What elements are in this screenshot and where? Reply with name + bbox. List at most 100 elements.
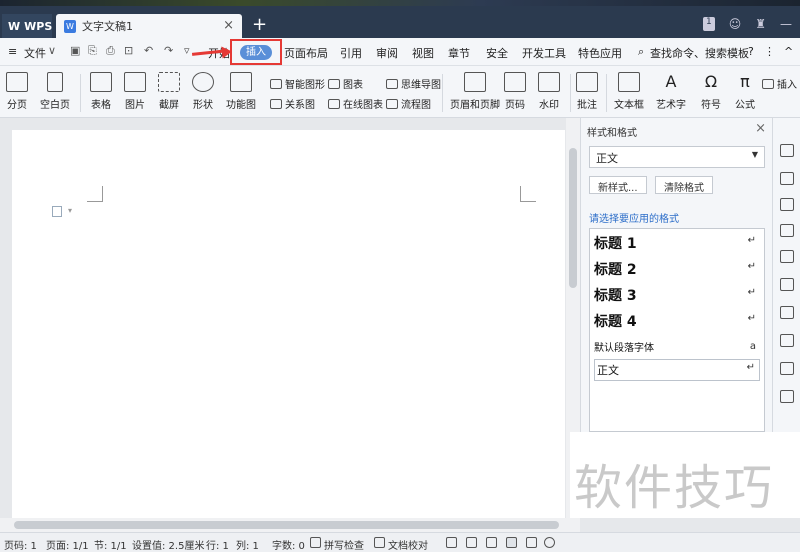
- tab-review[interactable]: 审阅: [376, 45, 398, 61]
- picture-button[interactable]: 图片: [124, 72, 146, 111]
- web-view-icon[interactable]: [544, 537, 555, 548]
- relation-chart-button[interactable]: 关系图: [270, 96, 315, 111]
- art-text-icon: A: [665, 72, 677, 91]
- undo-icon[interactable]: ↶: [144, 44, 153, 57]
- insert-object-button[interactable]: 插入: [762, 76, 797, 91]
- clear-format-button[interactable]: 清除格式: [655, 176, 713, 194]
- text-box-icon: [618, 72, 640, 92]
- tab-chapter[interactable]: 章节: [448, 45, 470, 61]
- flow-chart-button[interactable]: 流程图: [386, 96, 431, 111]
- new-tab-button[interactable]: +: [252, 14, 267, 35]
- page-break-button[interactable]: 分页: [6, 72, 28, 111]
- chart-button[interactable]: 图表: [328, 76, 363, 91]
- tab-view[interactable]: 视图: [412, 45, 434, 61]
- customize-icon[interactable]: ▿: [184, 44, 190, 57]
- status-page-number[interactable]: 页码: 1: [4, 537, 37, 552]
- chevron-down-icon[interactable]: ▾: [68, 206, 72, 215]
- style-body-text[interactable]: 正文 ↵: [594, 359, 760, 381]
- chevron-down-icon[interactable]: ∨: [48, 44, 56, 57]
- command-search[interactable]: 查找命令、搜索模板: [650, 45, 749, 61]
- redo-icon[interactable]: ↷: [164, 44, 173, 57]
- more-icon[interactable]: ⋮: [764, 45, 775, 58]
- style-default-paragraph-font[interactable]: 默认段落字体 a: [594, 339, 760, 354]
- blank-page-button[interactable]: 空白页: [40, 72, 70, 111]
- close-panel-icon[interactable]: ×: [755, 121, 766, 136]
- window-count-badge[interactable]: 1: [702, 17, 715, 31]
- new-style-button[interactable]: 新样式...: [589, 176, 647, 194]
- margin-corner-top-right: [520, 186, 536, 202]
- shapes-icon[interactable]: [780, 198, 794, 211]
- screenshot-button[interactable]: 截屏: [158, 72, 180, 111]
- page-view-icon[interactable]: [506, 537, 517, 548]
- translate-icon[interactable]: [780, 250, 794, 263]
- fullscreen-icon[interactable]: [446, 537, 457, 548]
- outline-view-icon[interactable]: [526, 537, 537, 548]
- print-icon[interactable]: ⎙: [106, 44, 115, 58]
- divider: [442, 74, 443, 112]
- menu-bar: ≡ 文件 ∨ ▣ ⎘ ⎙ ⊡ ↶ ↷ ▿ 开始 插入 页面布局 引用 审阅 视图…: [0, 38, 800, 66]
- status-word-count[interactable]: 字数: 0: [272, 537, 305, 552]
- art-text-button[interactable]: A 艺术字: [656, 72, 686, 111]
- tab-special-apps[interactable]: 特色应用: [578, 45, 622, 61]
- cursor-icon[interactable]: [780, 172, 794, 185]
- proofread-button[interactable]: 文档校对: [388, 537, 428, 552]
- comment-button[interactable]: 批注: [576, 72, 598, 111]
- style-heading-4[interactable]: 标题 4 ↵: [594, 311, 760, 331]
- watermark-button[interactable]: 水印: [538, 72, 560, 111]
- formula-button[interactable]: π 公式: [734, 72, 756, 111]
- tab-developer[interactable]: 开发工具: [522, 45, 566, 61]
- text-box-button[interactable]: 文本框: [614, 72, 644, 111]
- file-menu[interactable]: 文件: [24, 45, 46, 61]
- insert-ribbon: 分页 空白页 表格 图片 截屏 形状 功能图 智能图形 图表 思维导图 关系图: [0, 66, 800, 118]
- pen-icon[interactable]: [486, 537, 497, 548]
- current-style-select[interactable]: 正文 ▼: [589, 146, 765, 168]
- print-preview-icon[interactable]: ⊡: [124, 44, 133, 57]
- search-icon[interactable]: ⌕: [638, 45, 644, 59]
- symbol-button[interactable]: Ω 符号: [700, 72, 722, 111]
- insert-object-icon: [762, 78, 774, 89]
- scroll-thumb[interactable]: [569, 148, 577, 288]
- page-number-button[interactable]: 页码: [504, 72, 526, 111]
- help-icon[interactable]: ?: [748, 45, 754, 58]
- online-chart-button[interactable]: 在线图表: [328, 96, 383, 111]
- format-painter-icon[interactable]: ⎘: [88, 44, 97, 58]
- wps-home-tab[interactable]: W WPS: [2, 14, 52, 38]
- style-heading-1[interactable]: 标题 1 ↵: [594, 233, 760, 253]
- title-bar: W WPS W 文字文稿1 × + 1 ☺ ♜ —: [0, 0, 800, 38]
- shape-button[interactable]: 形状: [192, 72, 214, 111]
- share-icon[interactable]: [780, 306, 794, 319]
- close-tab-icon[interactable]: ×: [223, 18, 234, 33]
- mind-map-button[interactable]: 思维导图: [386, 76, 441, 91]
- table-button[interactable]: 表格: [90, 72, 112, 111]
- image-icon[interactable]: [780, 362, 794, 375]
- minimize-icon[interactable]: —: [780, 17, 792, 31]
- tab-security[interactable]: 安全: [486, 45, 508, 61]
- header-footer-button[interactable]: 页眉和页脚: [450, 72, 500, 111]
- tab-page-layout[interactable]: 页面布局: [284, 45, 328, 61]
- shirt-icon[interactable]: ♜: [755, 17, 766, 31]
- paragraph-layout-icon[interactable]: [52, 206, 62, 217]
- style-heading-2[interactable]: 标题 2 ↵: [594, 259, 760, 279]
- document-tab[interactable]: W 文字文稿1 ×: [56, 14, 242, 38]
- style-heading-3[interactable]: 标题 3 ↵: [594, 285, 760, 305]
- smart-graphic-button[interactable]: 智能图形: [270, 76, 325, 91]
- save-icon[interactable]: ▣: [70, 44, 80, 57]
- spell-check-button[interactable]: 拼写检查: [324, 537, 364, 552]
- style-pen-icon[interactable]: [780, 144, 794, 157]
- desktop-strip: [0, 0, 800, 6]
- shield-icon[interactable]: [780, 390, 794, 403]
- tab-references[interactable]: 引用: [340, 45, 362, 61]
- star-icon[interactable]: [780, 278, 794, 291]
- scroll-thumb[interactable]: [14, 521, 559, 529]
- mind-map-icon: [386, 78, 398, 89]
- collapse-ribbon-icon[interactable]: ^: [784, 45, 793, 58]
- document-page[interactable]: ▾: [12, 130, 565, 530]
- tab-insert[interactable]: 插入: [240, 45, 272, 60]
- hamburger-icon[interactable]: ≡: [8, 45, 17, 58]
- focus-mode-icon[interactable]: [466, 537, 477, 548]
- settings-sliders-icon[interactable]: [780, 224, 794, 237]
- skin-icon[interactable]: ☺: [729, 17, 742, 31]
- function-chart-button[interactable]: 功能图: [226, 72, 256, 111]
- horizontal-scrollbar[interactable]: [0, 518, 580, 532]
- archive-icon[interactable]: [780, 334, 794, 347]
